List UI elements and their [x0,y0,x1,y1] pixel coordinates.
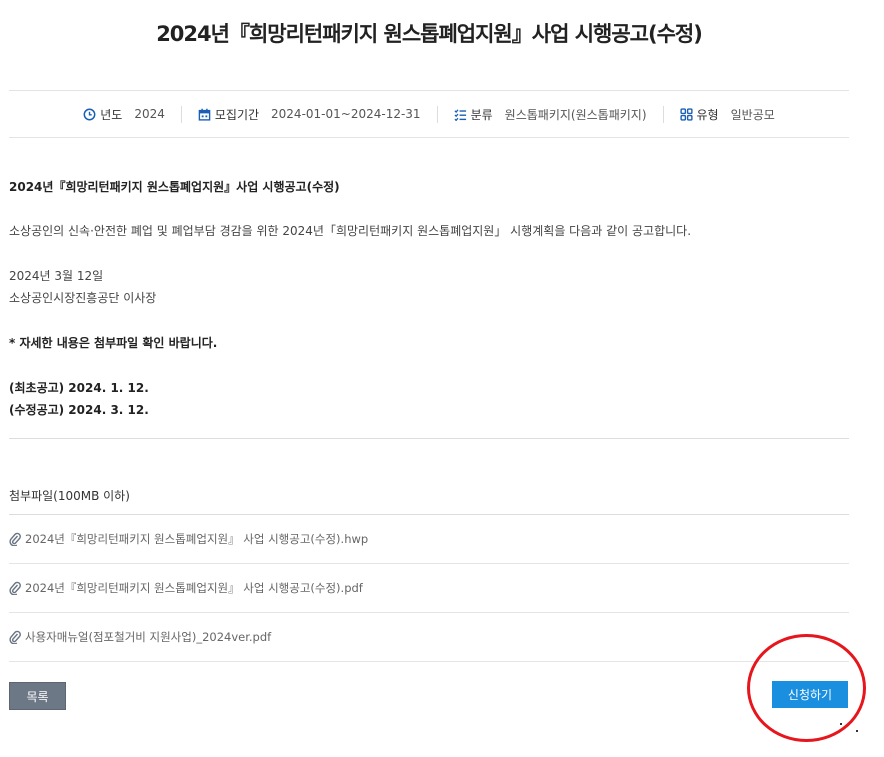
body-notice: * 자세한 내용은 첨부파일 확인 바랍니다. [9,336,218,350]
stray-dot [840,723,842,725]
divider [9,438,849,439]
body-date: 2024년 3월 12일 [9,269,104,283]
meta-year-label: 년도 [100,107,123,122]
body-issuer: 소상공인시장진흥공단 이사장 [9,291,157,305]
page-title: 2024년『희망리턴패키지 원스톱폐업지원』사업 시행공고(수정) [156,22,703,46]
attachment-file-manual[interactable]: 사용자매뉴얼(점포철거비 지원사업)_2024ver.pdf [9,613,849,662]
grid-icon [679,107,693,121]
stray-dot [856,730,858,732]
highlight-circle [747,634,866,742]
meta-category-label: 분류 [470,107,493,122]
meta-year: 년도 2024 [67,106,181,123]
paperclip-icon [9,581,21,595]
attachment-file-hwp[interactable]: 2024년『희망리턴패키지 원스톱폐업지원』 사업 시행공고(수정).hwp [9,515,849,564]
notice-meta-bar: 년도 2024 모집기간 2024-01-01~2024-12-31 분류 원스… [9,90,849,138]
body-heading: 2024년『희망리턴패키지 원스톱폐업지원』사업 시행공고(수정) [9,180,340,194]
paperclip-icon [9,532,21,546]
attachment-file-name[interactable]: 2024년『희망리턴패키지 원스톱폐업지원』 사업 시행공고(수정).hwp [25,531,368,547]
meta-type-label: 유형 [696,107,719,122]
meta-type-value: 일반공모 [730,107,775,122]
attachments-title: 첨부파일(100MB 이하) [9,489,130,503]
body-initial-date: (최초공고) 2024. 1. 12. [9,381,149,395]
paperclip-icon [9,630,21,644]
meta-year-value: 2024 [134,107,165,121]
attachment-file-name[interactable]: 사용자매뉴얼(점포철거비 지원사업)_2024ver.pdf [25,629,271,645]
clock-icon [83,108,96,120]
meta-period-label: 모집기간 [214,107,260,122]
checklist-icon [454,108,466,121]
list-button[interactable]: 목록 [9,682,66,710]
meta-period: 모집기간 2024-01-01~2024-12-31 [180,105,437,123]
meta-period-value: 2024-01-01~2024-12-31 [271,107,421,121]
body-intro: 소상공인의 신속·안전한 폐업 및 폐업부담 경감을 위한 2024년「희망리턴… [9,224,692,238]
meta-category: 분류 원스톱패키지(원스톱패키지) [436,105,663,123]
attachment-file-pdf[interactable]: 2024년『희망리턴패키지 원스톱폐업지원』 사업 시행공고(수정).pdf [9,564,849,613]
meta-type: 유형 일반공모 [662,105,791,123]
attachment-file-name[interactable]: 2024년『희망리턴패키지 원스톱폐업지원』 사업 시행공고(수정).pdf [25,580,363,596]
body-revised-date: (수정공고) 2024. 3. 12. [9,403,149,417]
meta-category-value: 원스톱패키지(원스톱패키지) [504,107,647,122]
calendar-icon [198,108,211,121]
